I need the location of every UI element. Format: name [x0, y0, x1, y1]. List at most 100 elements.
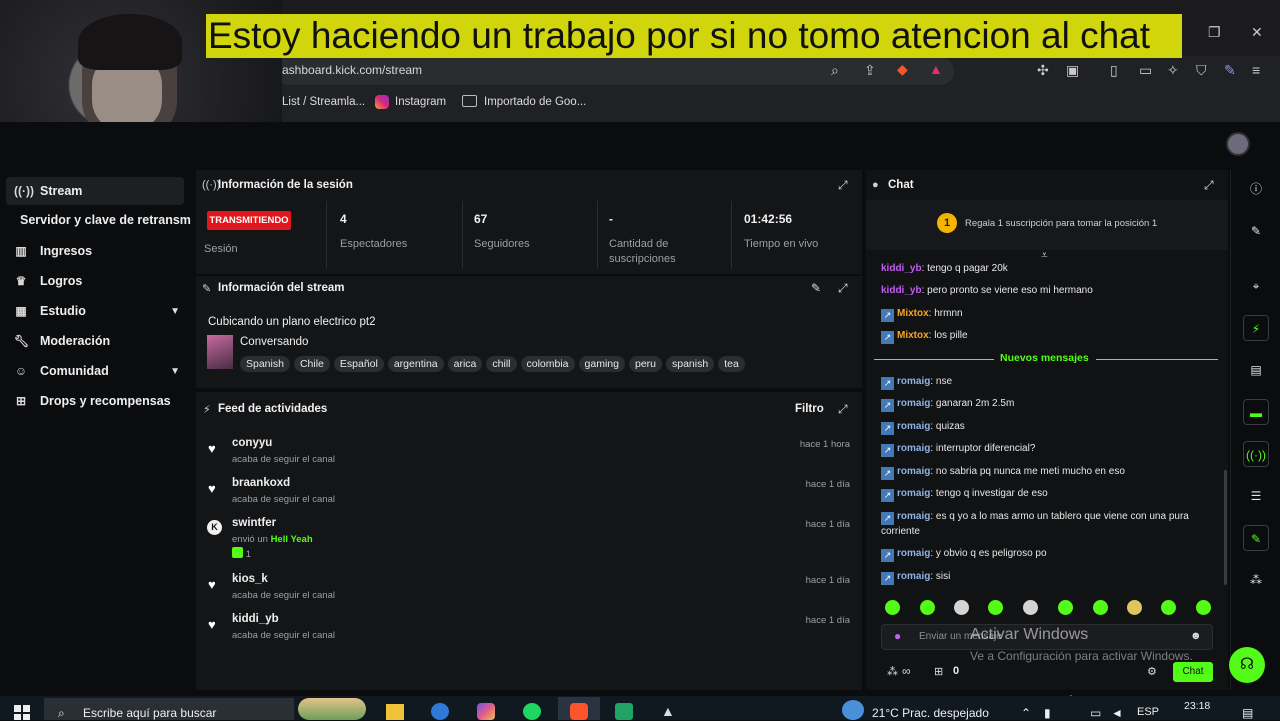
filter-button[interactable]: Filtro: [795, 403, 824, 415]
bookmark-instagram[interactable]: Instagram: [395, 96, 446, 108]
emote-icon[interactable]: [988, 600, 1003, 615]
microphone-icon[interactable]: ●: [894, 629, 901, 643]
tray-chevron-icon[interactable]: ⌃: [1021, 706, 1031, 720]
restore-icon[interactable]: ❐: [1208, 24, 1221, 41]
sidebar-item-moderacion[interactable]: 🔧︎ Moderación: [6, 327, 184, 355]
emoji-icon[interactable]: ☻: [1190, 630, 1202, 642]
emote-icon[interactable]: [885, 600, 900, 615]
sidebar-item-drops[interactable]: ⊞ Drops y recompensas: [6, 387, 184, 415]
heart-icon: ♥: [208, 481, 216, 496]
stack-icon[interactable]: ☰: [1243, 483, 1269, 509]
url-text[interactable]: ashboard.kick.com/stream: [282, 63, 422, 77]
edit-icon[interactable]: ✎: [811, 281, 821, 295]
feed-username[interactable]: braankoxd: [232, 477, 290, 489]
menu-icon[interactable]: ≡: [1252, 62, 1260, 78]
chat-username[interactable]: romaig: [897, 488, 930, 499]
user-avatar[interactable]: [1226, 132, 1250, 156]
feed-username[interactable]: kiddi_yb: [232, 613, 279, 625]
feed-username[interactable]: conyyu: [232, 437, 272, 449]
stream-category[interactable]: Conversando: [240, 336, 308, 348]
clock-time[interactable]: 23:18: [1184, 700, 1210, 712]
edge-icon[interactable]: [431, 703, 449, 720]
document-icon[interactable]: ▤: [1243, 357, 1269, 383]
broadcast-icon[interactable]: ((·)): [1243, 441, 1269, 467]
emote-icon[interactable]: [954, 600, 969, 615]
chat-icon[interactable]: ▬: [1243, 399, 1269, 425]
info-icon[interactable]: ⓘ: [1243, 176, 1269, 202]
feed-time: hace 1 día: [805, 479, 850, 490]
emote-icon[interactable]: [1093, 600, 1108, 615]
sidebar-item-label: Servidor y clave de retransm: [20, 213, 191, 227]
chat-username[interactable]: Mixtox: [897, 330, 929, 341]
language-indicator[interactable]: ESP: [1137, 706, 1159, 718]
divider: [462, 201, 463, 269]
expand-icon[interactable]: ⤢: [1204, 178, 1214, 193]
sidebar-toggle-icon[interactable]: ▯: [1110, 62, 1118, 79]
spotify-icon[interactable]: [523, 703, 541, 720]
notifications-icon[interactable]: ▤: [1242, 706, 1253, 720]
chat-username[interactable]: romaig: [897, 376, 930, 387]
chat-username[interactable]: romaig: [897, 511, 930, 522]
chevron-down-icon[interactable]: ⩡: [1041, 248, 1048, 263]
screenshot-icon[interactable]: ▣: [1066, 62, 1079, 79]
usb-icon[interactable]: ▮: [1044, 706, 1051, 720]
bookmark-streamlabs[interactable]: List / Streamla...: [282, 96, 365, 108]
vpn-icon[interactable]: ⛉: [1196, 62, 1207, 79]
chat-username[interactable]: kiddi_yb: [881, 285, 922, 296]
feed-username[interactable]: kios_k: [232, 573, 268, 585]
chat-username[interactable]: romaig: [897, 421, 930, 432]
emote-icon[interactable]: [1058, 600, 1073, 615]
emote-icon[interactable]: [1196, 600, 1211, 615]
close-window-icon[interactable]: ✕: [1251, 24, 1263, 41]
chat-username[interactable]: romaig: [897, 443, 930, 454]
pen-icon[interactable]: ✎: [1224, 62, 1236, 79]
sidebar-item-server-key[interactable]: Servidor y clave de retransm: [20, 206, 198, 234]
users-icon[interactable]: ⁂: [1243, 567, 1269, 593]
expand-icon[interactable]: ⤢: [838, 402, 848, 417]
windows-start-icon[interactable]: [14, 705, 30, 720]
sidebar-item-estudio[interactable]: ▦ Estudio ▼: [6, 297, 184, 325]
emote-icon[interactable]: [1023, 600, 1038, 615]
support-button[interactable]: ☊: [1229, 647, 1265, 683]
zoom-icon[interactable]: ⌕: [831, 62, 839, 79]
sidebar-item-stream[interactable]: ((·)) Stream: [6, 177, 184, 205]
chat-username[interactable]: Mixtox: [897, 308, 929, 319]
obs-icon[interactable]: ▲: [661, 703, 679, 720]
sidebar-item-comunidad[interactable]: ☺ Comunidad ▼: [6, 357, 184, 385]
expand-icon[interactable]: ⤢: [838, 178, 848, 193]
network-icon[interactable]: ▭: [1090, 706, 1101, 720]
wrench-icon[interactable]: ✎: [1243, 525, 1269, 551]
leo-icon[interactable]: ✧: [1167, 62, 1179, 79]
chat-username[interactable]: romaig: [897, 398, 930, 409]
target-icon[interactable]: ⌖: [1243, 273, 1269, 299]
file-explorer-icon[interactable]: [386, 704, 404, 720]
brave-rewards-icon[interactable]: ▲: [929, 61, 943, 77]
share-icon[interactable]: ⇪: [864, 62, 876, 79]
sidebar-item-ingresos[interactable]: ▥ Ingresos: [6, 237, 184, 265]
chat-username[interactable]: romaig: [897, 548, 930, 559]
emote-icon[interactable]: [1161, 600, 1176, 615]
wallet-icon[interactable]: ▭: [1139, 62, 1152, 79]
expand-icon[interactable]: ⤢: [838, 281, 848, 296]
volume-icon[interactable]: ◄: [1111, 706, 1123, 720]
lightning-icon[interactable]: ⚡︎: [1243, 315, 1269, 341]
chat-scrollbar[interactable]: [1224, 470, 1227, 585]
sidebar-item-logros[interactable]: ♛ Logros: [6, 267, 184, 295]
emote-icon[interactable]: [920, 600, 935, 615]
weather-text[interactable]: 21°C Prac. despejado: [872, 706, 989, 720]
feed-username[interactable]: swintfer: [232, 517, 276, 529]
copilot-icon[interactable]: [477, 703, 495, 720]
excel-icon[interactable]: [615, 703, 633, 720]
chat-username[interactable]: romaig: [897, 571, 930, 582]
brave-shield-icon[interactable]: ◆: [897, 61, 908, 78]
chat-settings-icon[interactable]: ⚙: [1147, 665, 1157, 678]
extensions-icon[interactable]: ✣: [1037, 62, 1049, 79]
edit-icon[interactable]: ✎: [1243, 218, 1269, 244]
gift-icon[interactable]: ⊞: [934, 665, 943, 678]
bookmark-folder-imported[interactable]: Importado de Goo...: [484, 96, 586, 108]
chat-send-button[interactable]: Chat: [1173, 662, 1213, 682]
brave-icon[interactable]: [570, 703, 588, 720]
chat-username[interactable]: romaig: [897, 466, 930, 477]
chat-username[interactable]: kiddi_yb: [881, 263, 922, 274]
emote-icon[interactable]: [1127, 600, 1142, 615]
